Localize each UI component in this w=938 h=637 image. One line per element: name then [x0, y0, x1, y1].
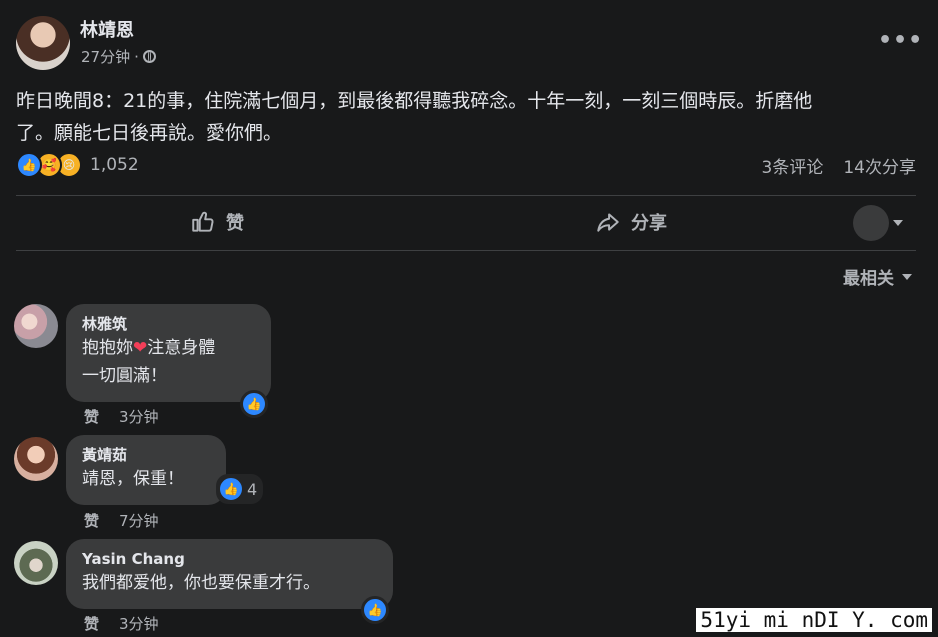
comment-text: 抱抱妳❤注意身體	[82, 334, 255, 362]
reactions-summary[interactable]: 👍 🥰 😢 1,052	[16, 152, 139, 178]
comment-text: 我們都爱他，你也要保重才行。	[82, 573, 320, 593]
viewer-avatar	[853, 205, 889, 241]
heart-emoji-icon: ❤	[133, 338, 148, 358]
chevron-down-icon	[893, 220, 903, 226]
comment-bubble: 林雅筑 抱抱妳❤注意身體 一切圓滿！	[66, 304, 271, 402]
author-avatar[interactable]	[16, 16, 70, 70]
comment-actions: 赞 3分钟	[84, 613, 159, 634]
reaction-count[interactable]: 1,052	[90, 155, 139, 175]
post-time[interactable]: 27分钟	[81, 46, 130, 67]
like-label: 赞	[226, 213, 244, 234]
commenter-name[interactable]: 黃靖茹	[82, 445, 210, 465]
meta-separator: ·	[134, 47, 139, 66]
thumbs-up-icon	[192, 211, 214, 232]
comment-like-button[interactable]: 赞	[84, 406, 99, 427]
share-button[interactable]: 分享	[595, 209, 667, 235]
comment-text: 靖恩，保重！	[82, 469, 184, 489]
comment-sort-dropdown[interactable]: 最相关	[843, 264, 912, 289]
comment-time[interactable]: 3分钟	[119, 613, 159, 634]
comment-like-button[interactable]: 赞	[84, 510, 99, 531]
comment-bubble: 黃靖茹 靖恩，保重！	[66, 435, 226, 505]
comment-text-part: 注意身體	[147, 338, 216, 358]
comment-like-button[interactable]: 赞	[84, 613, 99, 634]
chevron-down-icon	[902, 273, 912, 280]
like-reaction-icon[interactable]: 👍	[361, 596, 389, 624]
like-button[interactable]: 赞	[190, 209, 244, 235]
comment-reactions[interactable]: 👍 4	[216, 474, 264, 504]
share-arrow-icon	[597, 213, 619, 232]
comment-time[interactable]: 3分钟	[119, 406, 159, 427]
commenter-name[interactable]: 林雅筑	[82, 314, 255, 334]
globe-icon	[142, 50, 156, 63]
sort-label: 最相关	[843, 269, 894, 289]
engagement-counts: 3条评论 14次分享	[762, 153, 916, 178]
share-label: 分享	[631, 213, 667, 234]
like-reaction-icon: 👍	[16, 152, 42, 178]
post-as-selector[interactable]	[853, 205, 903, 241]
commenter-avatar[interactable]	[14, 541, 58, 585]
comment-actions: 赞 3分钟	[84, 406, 159, 427]
like-reaction-icon: 👍	[217, 475, 245, 503]
commenter-avatar[interactable]	[14, 437, 58, 481]
post-text-line: 昨日晚間8：21的事，住院滿七個月，到最後都得聽我碎念。十年一刻，一刻三個時辰。…	[16, 90, 813, 112]
comment-like-count: 4	[247, 479, 258, 499]
comment-text: 一切圓滿！	[82, 366, 167, 386]
comment-text-part: 抱抱妳	[82, 338, 133, 358]
comment-bubble: Yasin Chang 我們都爱他，你也要保重才行。	[66, 539, 393, 609]
more-options-button[interactable]: •••	[878, 28, 923, 53]
commenter-name[interactable]: Yasin Chang	[82, 549, 377, 569]
post-text-line: 了。願能七日後再說。愛你們。	[16, 122, 283, 144]
shares-count[interactable]: 14次分享	[843, 153, 916, 178]
like-reaction-icon[interactable]: 👍	[240, 390, 268, 418]
divider	[16, 250, 916, 251]
comment-time[interactable]: 7分钟	[119, 510, 159, 531]
post-text: 昨日晚間8：21的事，住院滿七個月，到最後都得聽我碎念。十年一刻，一刻三個時辰。…	[16, 85, 906, 149]
post-meta: 27分钟 ·	[81, 46, 156, 67]
post-author[interactable]: 林靖恩	[80, 16, 134, 42]
commenter-avatar[interactable]	[14, 304, 58, 348]
comment-actions: 赞 7分钟	[84, 510, 159, 531]
divider	[16, 195, 916, 196]
watermark: 51yi mi nDI Y. com	[696, 608, 932, 632]
comments-count[interactable]: 3条评论	[762, 153, 824, 178]
